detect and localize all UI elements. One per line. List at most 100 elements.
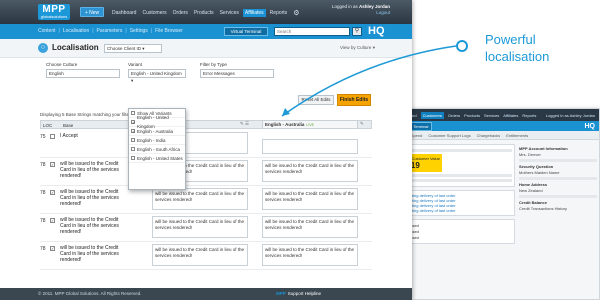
bg-panel-value: Mrs. Denver xyxy=(519,152,541,157)
support-helpline[interactable]: MPP Support Helpline xyxy=(276,288,321,300)
search-icon[interactable]: ⚲ xyxy=(352,27,362,36)
bg-nav-item[interactable]: Orders xyxy=(448,113,460,118)
bg-panel-title: MPP Account Information xyxy=(519,146,568,151)
footer: © 2011. MPP Global Solutions. All Rights… xyxy=(0,288,412,300)
variant-dropdown-menu: Show All Variants ✓ English - United King… xyxy=(128,108,186,190)
option-checkbox[interactable] xyxy=(131,147,135,151)
target-cell[interactable]: will be issued to the Credit Card in lie… xyxy=(262,160,358,182)
breadcrumb: Content | Localisation | Parameters | Setti… xyxy=(38,28,183,34)
callout-line-2: localisation xyxy=(485,49,550,64)
target-cell[interactable]: will be issued to the Credit Card in lie… xyxy=(262,244,358,266)
row-checkbox[interactable]: ✓ xyxy=(50,162,55,167)
variant-cell[interactable]: will be issued to the Credit Card in lie… xyxy=(152,216,248,238)
culture-select[interactable]: English xyxy=(46,69,120,78)
bg-panel-value: New Zealand xyxy=(519,188,543,193)
bg-nav-item[interactable]: Products xyxy=(464,113,480,118)
table-row: 78 ✓ will be issued to the Credit Card i… xyxy=(40,214,372,242)
strings-grid: LOC Base English - Australia LIVE ✎ ☰ ✎ 7… xyxy=(40,120,372,280)
bg-nav-item-active[interactable]: Customers xyxy=(420,111,444,119)
user-name: Ashley Jordan xyxy=(358,4,390,9)
edit-icon[interactable]: ✎ xyxy=(360,121,364,127)
bg-tab[interactable]: Customer Support Logs xyxy=(428,133,470,138)
bg-nav-item[interactable]: Reports xyxy=(522,113,536,118)
base-string: will be issued to the Credit Card in lie… xyxy=(60,217,119,235)
culture-label: Choose Culture xyxy=(46,62,78,67)
table-row: 78 ✓ will be issued to the Credit Card i… xyxy=(40,242,372,270)
nav-affiliates[interactable]: Affiliates xyxy=(242,9,266,17)
row-checkbox[interactable]: ✓ xyxy=(50,246,55,251)
view-by-culture-select[interactable]: View by Culture ▾ xyxy=(340,45,375,51)
bg-nav-item[interactable]: Affiliates xyxy=(503,113,518,118)
variant-option[interactable]: English - United States xyxy=(129,154,185,163)
bg-left-column: Total Customer Value £519 Regarding deli… xyxy=(397,144,515,247)
edit-icon[interactable]: ✎ ☰ xyxy=(240,121,249,127)
option-checkbox[interactable] xyxy=(131,111,135,115)
bg-tabs: Credit Spend Customer Support Logs Charg… xyxy=(393,131,599,140)
reset-all-edits-button[interactable]: Reset All Edits xyxy=(298,95,334,105)
row-number: 78 xyxy=(40,218,46,224)
filter-type-select[interactable]: Error Messages xyxy=(200,69,274,78)
callout-line-1: Powerful xyxy=(485,32,536,47)
row-number: 78 xyxy=(40,162,46,168)
target-cell[interactable]: will be issued to the Credit Card in lie… xyxy=(262,188,358,210)
target-cell[interactable]: will be issued to the Credit Card in lie… xyxy=(262,216,358,238)
row-number: 75 xyxy=(40,134,46,140)
page-title: Localisation xyxy=(52,43,99,52)
gear-icon[interactable]: ⚙ xyxy=(291,8,301,18)
client-id-select[interactable]: Choose Client ID ▾ xyxy=(104,44,162,53)
option-checkbox[interactable]: ✓ xyxy=(131,120,135,125)
bg-status: Processed xyxy=(400,229,512,234)
bg-tab[interactable]: Chargebacks xyxy=(477,133,501,138)
nav-dashboard[interactable]: Dashboard xyxy=(110,9,138,17)
top-navigation-bar: MPP globalsolutions + New Dashboard Cust… xyxy=(0,0,412,24)
nav-customers[interactable]: Customers xyxy=(140,9,168,17)
target-cell[interactable] xyxy=(262,139,358,154)
hq-logo: HQ xyxy=(368,25,385,37)
variant-cell[interactable]: will be issued to the Credit Card in lie… xyxy=(152,244,248,266)
bg-support-logs: Regarding delivery of last order Regardi… xyxy=(397,190,515,216)
bg-panel-value: Credit Transactions History xyxy=(519,206,568,211)
nav-products[interactable]: Products xyxy=(192,9,216,17)
subnav-localisation[interactable]: Localisation xyxy=(63,28,89,34)
finish-edits-button[interactable]: Finish Edits xyxy=(337,94,371,106)
nav-orders[interactable]: Orders xyxy=(171,9,190,17)
subnav-file-browser[interactable]: File Browser xyxy=(155,28,183,34)
subnav-settings[interactable]: Settings xyxy=(130,28,148,34)
base-string: I Accept xyxy=(60,133,78,139)
nav-services[interactable]: Services xyxy=(218,9,241,17)
search-input[interactable] xyxy=(274,27,350,36)
bg-log-link[interactable]: Regarding delivery of last order xyxy=(400,208,512,213)
bg-nav-item[interactable]: Services xyxy=(484,113,499,118)
option-checkbox[interactable] xyxy=(131,138,135,142)
globe-icon: ○ xyxy=(38,43,48,53)
subnav-content[interactable]: Content xyxy=(38,28,56,34)
row-checkbox[interactable] xyxy=(50,134,55,139)
option-checkbox[interactable]: ✓ xyxy=(131,129,135,134)
base-string: will be issued to the Credit Card in lie… xyxy=(60,161,119,179)
row-checkbox[interactable]: ✓ xyxy=(50,190,55,195)
bg-status: Processed xyxy=(400,235,512,240)
row-checkbox[interactable]: ✓ xyxy=(50,218,55,223)
bg-panel-title: Security Question xyxy=(519,164,554,169)
mpp-logo[interactable]: MPP globalsolutions xyxy=(38,4,70,20)
main-nav: Dashboard Customers Orders Products Serv… xyxy=(110,8,301,18)
subnav-parameters[interactable]: Parameters xyxy=(97,28,123,34)
variant-select[interactable]: English - United Kingdom ▾ xyxy=(128,69,186,83)
new-button[interactable]: + New xyxy=(80,7,104,17)
main-window: MPP globalsolutions + New Dashboard Cust… xyxy=(0,0,412,300)
base-header: Base xyxy=(63,123,74,128)
bg-status: Processed xyxy=(400,223,512,228)
bg-panel-title: Credit Balance xyxy=(519,200,548,205)
logout-link[interactable]: Logout xyxy=(376,10,390,15)
sub-navigation-bar: Content | Localisation | Parameters | Setti… xyxy=(0,24,412,39)
bg-payments-panel: Processed Processed Processed xyxy=(397,219,515,244)
option-checkbox[interactable] xyxy=(131,156,135,160)
bg-tab[interactable]: Entitlements xyxy=(506,133,528,138)
nav-reports[interactable]: Reports xyxy=(268,9,290,17)
variant-cell[interactable]: will be issued to the Credit Card in lie… xyxy=(152,188,248,210)
target-culture-header: English - Australia LIVE xyxy=(262,120,358,129)
callout-dot xyxy=(456,40,468,52)
bg-panel-value: Mothers Maiden Name xyxy=(519,170,560,175)
table-row: 75 I Accept xyxy=(40,130,372,158)
virtual-terminal-button[interactable]: Virtual Terminal xyxy=(224,27,268,36)
